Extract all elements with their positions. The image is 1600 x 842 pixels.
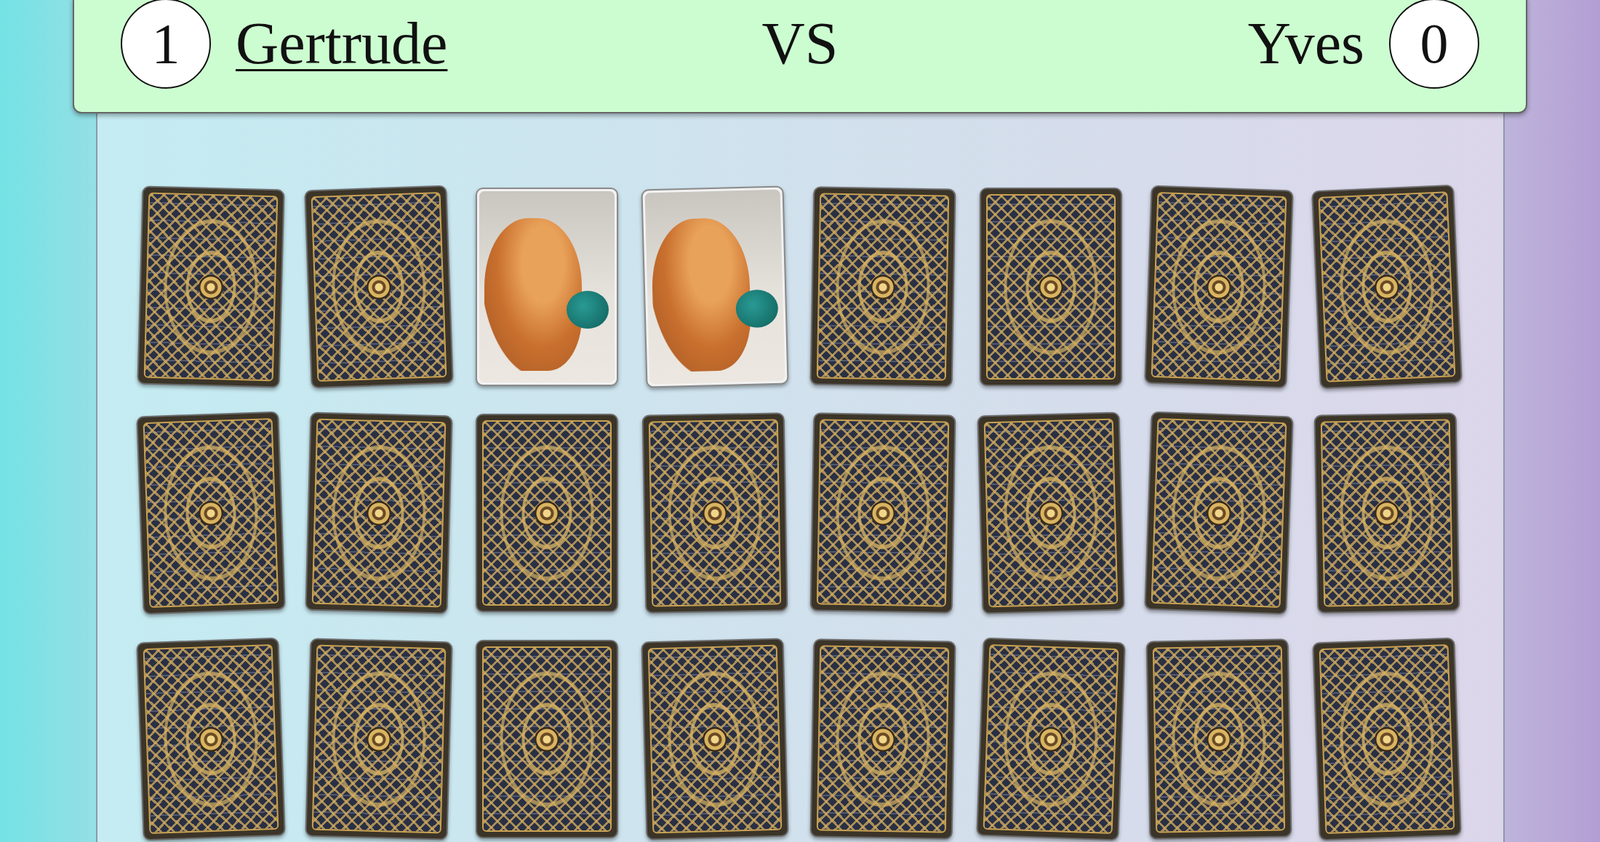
- player: 1 Gertrude: [120, 0, 734, 89]
- medallion-icon: [1037, 500, 1064, 526]
- card-back-pattern: [1150, 418, 1287, 608]
- memory-card[interactable]: [1145, 638, 1292, 840]
- medallion-icon: [197, 726, 224, 752]
- medallion-icon: [197, 274, 224, 300]
- medallion-icon: [365, 274, 392, 300]
- card-back-pattern: [311, 645, 446, 835]
- medallion-icon: [701, 726, 728, 752]
- medallion-icon: [534, 501, 560, 526]
- card-back-pattern: [1317, 191, 1456, 383]
- cat-photo-shape: [650, 217, 752, 374]
- memory-card[interactable]: [640, 185, 789, 388]
- medallion-icon: [701, 500, 728, 526]
- card-back-pattern: [310, 192, 447, 382]
- medallion-icon: [869, 726, 896, 752]
- memory-card[interactable]: [1144, 185, 1294, 390]
- memory-card[interactable]: [475, 413, 619, 613]
- medallion-icon: [365, 726, 392, 752]
- memory-card[interactable]: [640, 637, 789, 840]
- memory-card[interactable]: [976, 411, 1125, 614]
- memory-card[interactable]: [1144, 411, 1294, 616]
- card-back-pattern: [986, 194, 1116, 380]
- memory-card[interactable]: [809, 186, 956, 387]
- medallion-icon: [1038, 274, 1064, 300]
- card-back-pattern: [816, 418, 949, 607]
- memory-card[interactable]: [809, 412, 956, 614]
- medallion-icon: [534, 727, 560, 752]
- memory-card[interactable]: [979, 187, 1123, 387]
- memory-card[interactable]: [304, 637, 453, 840]
- card-back-pattern: [311, 418, 446, 608]
- medallion-icon: [1205, 726, 1232, 752]
- memory-card[interactable]: [136, 411, 286, 616]
- medallion-icon: [869, 274, 896, 300]
- player-name: Yves: [1248, 10, 1365, 77]
- card-back-pattern: [982, 644, 1119, 835]
- memory-card[interactable]: [304, 411, 453, 614]
- score-badge: 1: [120, 0, 211, 89]
- card-back-pattern: [1320, 418, 1453, 607]
- medallion-icon: [1373, 274, 1400, 300]
- card-back-pattern: [143, 192, 278, 382]
- medallion-icon: [1205, 274, 1232, 300]
- card-grid: [139, 187, 1504, 839]
- memory-card[interactable]: [304, 185, 454, 390]
- player-name: Gertrude: [235, 10, 448, 77]
- medallion-icon: [1373, 500, 1400, 526]
- player: Yves 0: [866, 0, 1480, 89]
- versus-label: VS: [733, 10, 868, 77]
- game-page: 1 Gertrude VS Yves 0: [0, 0, 1600, 842]
- memory-card[interactable]: [475, 640, 619, 839]
- memory-card[interactable]: [475, 187, 619, 387]
- cat-photo-shape: [484, 218, 582, 371]
- memory-card[interactable]: [641, 412, 788, 614]
- memory-card[interactable]: [136, 637, 286, 842]
- card-back-pattern: [142, 644, 279, 835]
- card-back-pattern: [1150, 192, 1287, 382]
- memory-card[interactable]: [1312, 637, 1462, 842]
- card-back-pattern: [482, 420, 612, 606]
- game-board: [96, 110, 1505, 842]
- memory-card[interactable]: [136, 185, 285, 388]
- memory-card[interactable]: [976, 637, 1126, 842]
- card-back-pattern: [1318, 644, 1455, 835]
- medallion-icon: [1037, 726, 1064, 752]
- card-photo: [644, 189, 785, 385]
- card-back-pattern: [1152, 645, 1285, 833]
- medallion-icon: [869, 500, 896, 526]
- scoreboard: 1 Gertrude VS Yves 0: [72, 0, 1528, 114]
- score-badge: 0: [1389, 0, 1480, 89]
- card-back-pattern: [816, 192, 949, 381]
- card-back-pattern: [816, 645, 949, 833]
- memory-card[interactable]: [1311, 184, 1463, 390]
- card-back-pattern: [142, 418, 279, 608]
- card-back-pattern: [648, 418, 781, 607]
- card-photo: [479, 191, 615, 383]
- medallion-icon: [197, 500, 224, 526]
- card-back-pattern: [482, 646, 612, 832]
- medallion-icon: [1373, 726, 1400, 752]
- yarn-photo-shape: [566, 290, 609, 329]
- medallion-icon: [1205, 500, 1232, 526]
- memory-card[interactable]: [809, 638, 956, 840]
- card-back-pattern: [983, 418, 1118, 608]
- memory-card[interactable]: [1313, 412, 1460, 614]
- medallion-icon: [365, 500, 392, 526]
- card-back-pattern: [647, 645, 782, 835]
